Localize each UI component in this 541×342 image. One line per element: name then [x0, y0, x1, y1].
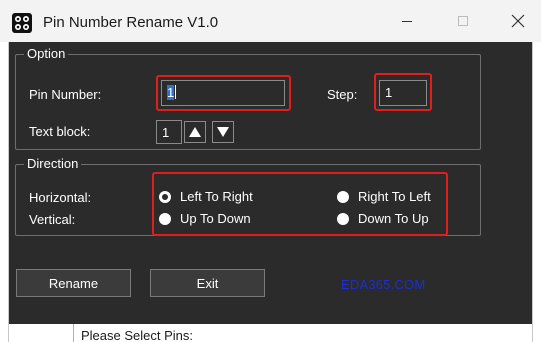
direction-highlight — [152, 172, 448, 236]
step-highlight — [374, 73, 432, 111]
watermark-text: EDA365.COM — [341, 277, 426, 292]
vertical-label: Vertical: — [29, 212, 76, 227]
radio-unchecked-icon — [337, 212, 349, 225]
pin-number-label: Pin Number: — [29, 87, 102, 102]
app-window: Pin Number Rename V1.0 Option Pin Number… — [0, 0, 541, 342]
status-separator — [73, 324, 74, 342]
down-to-up-radio[interactable]: Down To Up — [337, 211, 429, 226]
radio-unchecked-icon — [159, 212, 171, 225]
status-message: Please Select Pins: — [81, 328, 194, 342]
radio-checked-icon — [159, 190, 171, 203]
close-button[interactable] — [495, 0, 541, 42]
exit-button[interactable]: Exit — [150, 269, 265, 297]
client-area: Option Pin Number: 1 Step: 1 Text block:… — [8, 42, 533, 342]
text-block-label: Text block: — [29, 124, 91, 139]
minimize-button[interactable] — [384, 0, 430, 42]
minimize-icon — [402, 21, 412, 22]
direction-legend: Direction — [24, 156, 82, 171]
text-block-down-button[interactable] — [212, 121, 234, 143]
status-bar: Please Select Pins: — [9, 324, 532, 342]
radio-unchecked-icon — [337, 190, 349, 203]
title-bar: Pin Number Rename V1.0 — [0, 0, 541, 42]
step-label: Step: — [327, 87, 358, 102]
up-to-down-radio[interactable]: Up To Down — [159, 211, 251, 226]
left-to-right-radio[interactable]: Left To Right — [159, 189, 253, 204]
text-block-value: 1 — [156, 120, 182, 144]
arrow-down-icon — [217, 127, 229, 137]
arrow-up-icon — [189, 127, 201, 137]
maximize-button[interactable] — [440, 0, 486, 42]
text-block-up-button[interactable] — [184, 121, 206, 143]
pin-number-highlight — [156, 75, 291, 111]
close-icon — [511, 14, 525, 28]
rename-button[interactable]: Rename — [16, 269, 131, 297]
window-title: Pin Number Rename V1.0 — [43, 14, 219, 31]
horizontal-label: Horizontal: — [29, 190, 92, 205]
right-to-left-radio[interactable]: Right To Left — [337, 189, 431, 204]
app-grid-icon — [12, 13, 32, 33]
maximize-icon — [458, 16, 468, 26]
option-legend: Option — [24, 46, 69, 61]
